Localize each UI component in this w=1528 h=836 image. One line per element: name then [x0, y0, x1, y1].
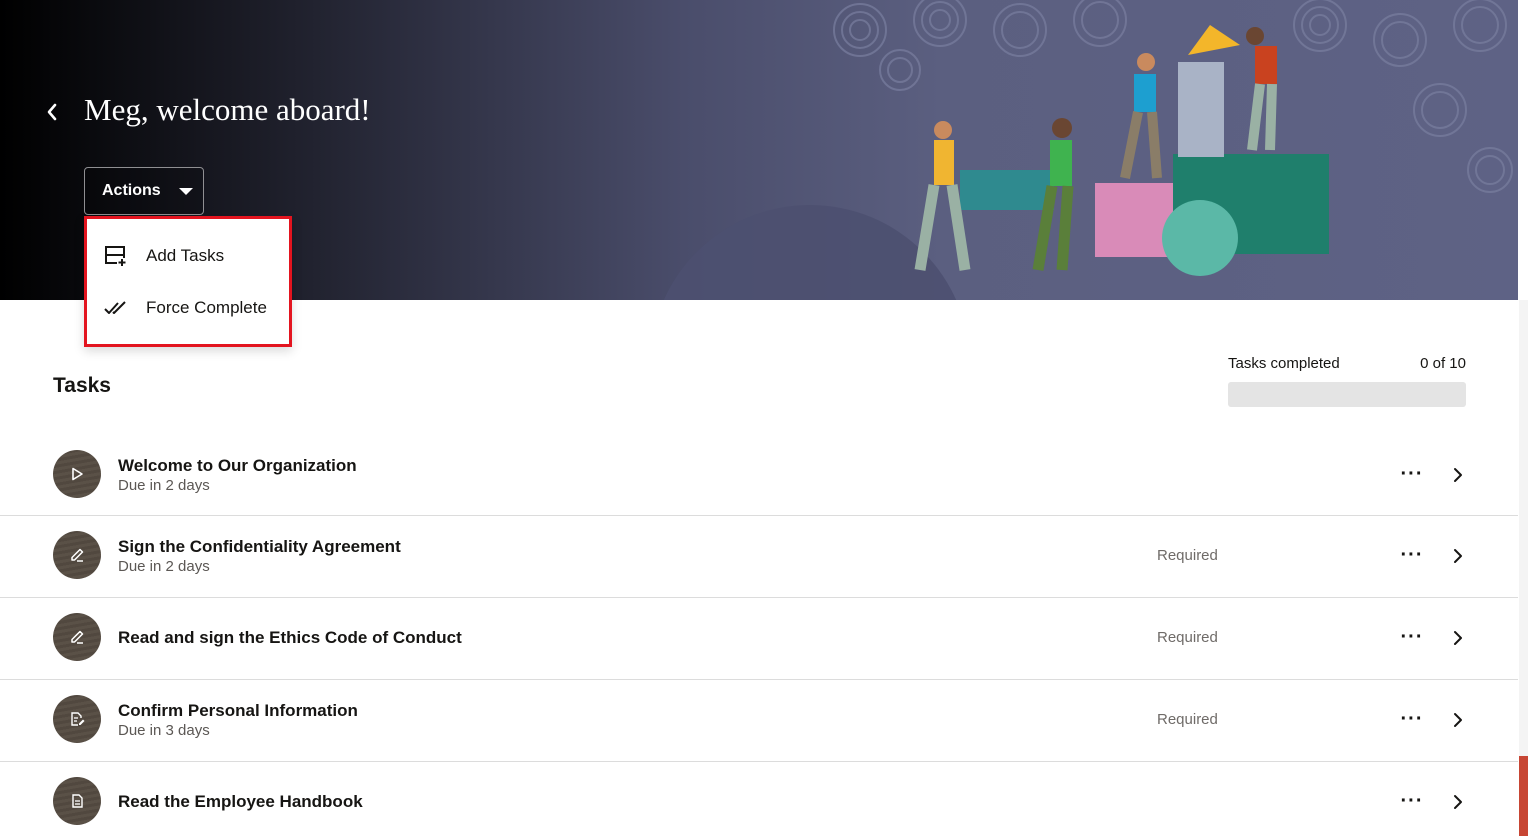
back-button[interactable] — [38, 96, 66, 128]
required-badge: Required — [1157, 629, 1218, 646]
task-title[interactable]: Welcome to Our Organization — [118, 456, 357, 476]
page-title: Meg, welcome aboard! — [84, 92, 371, 127]
task-due: Due in 2 days — [118, 477, 210, 494]
task-title[interactable]: Read the Employee Handbook — [118, 792, 363, 812]
task-title[interactable]: Sign the Confidentiality Agreement — [118, 537, 401, 557]
more-options-icon[interactable]: ··· — [1398, 707, 1426, 731]
chevron-right-icon[interactable] — [1447, 544, 1469, 568]
page-edge — [1519, 300, 1528, 756]
more-options-icon[interactable]: ··· — [1398, 789, 1426, 813]
required-badge: Required — [1157, 547, 1218, 564]
chevron-left-icon — [47, 103, 57, 121]
menu-item-label: Force Complete — [146, 298, 267, 317]
progress-bar — [1228, 382, 1466, 407]
menu-item-add-tasks[interactable]: Add Tasks — [87, 234, 289, 278]
task-due: Due in 2 days — [118, 558, 210, 575]
chevron-right-icon[interactable] — [1447, 790, 1469, 814]
progress-count: 0 of 10 — [1420, 355, 1466, 372]
task-row[interactable]: Confirm Personal Information Due in 3 da… — [0, 680, 1518, 762]
task-due: Due in 3 days — [118, 722, 210, 739]
pencil-icon — [53, 613, 101, 661]
double-check-icon — [104, 296, 128, 320]
chevron-right-icon[interactable] — [1447, 708, 1469, 732]
pencil-icon — [53, 531, 101, 579]
page-edge-accent — [1519, 756, 1528, 836]
task-row[interactable]: Read and sign the Ethics Code of Conduct… — [0, 598, 1518, 680]
add-tasks-icon — [104, 244, 128, 268]
task-row[interactable]: Sign the Confidentiality Agreement Due i… — [0, 516, 1518, 598]
actions-button[interactable]: Actions — [84, 167, 204, 215]
caret-down-icon — [178, 187, 193, 195]
required-badge: Required — [1157, 711, 1218, 728]
chevron-right-icon[interactable] — [1447, 626, 1469, 650]
menu-item-force-complete[interactable]: Force Complete — [87, 286, 289, 330]
task-row[interactable]: Read the Employee Handbook ··· — [0, 762, 1518, 836]
form-edit-icon — [53, 695, 101, 743]
tasks-heading: Tasks — [53, 374, 111, 397]
progress-label: Tasks completed — [1228, 355, 1340, 372]
play-icon — [53, 450, 101, 498]
actions-menu: Add Tasks Force Complete — [84, 216, 292, 347]
task-row[interactable]: Welcome to Our Organization Due in 2 day… — [0, 434, 1518, 516]
more-options-icon[interactable]: ··· — [1398, 462, 1426, 486]
task-title[interactable]: Confirm Personal Information — [118, 701, 358, 721]
more-options-icon[interactable]: ··· — [1398, 543, 1426, 567]
menu-item-label: Add Tasks — [146, 246, 225, 265]
document-icon — [53, 777, 101, 825]
more-options-icon[interactable]: ··· — [1398, 625, 1426, 649]
chevron-right-icon[interactable] — [1447, 463, 1469, 487]
task-title[interactable]: Read and sign the Ethics Code of Conduct — [118, 628, 462, 648]
actions-button-label: Actions — [102, 182, 161, 199]
hero-illustration — [833, 0, 1513, 276]
